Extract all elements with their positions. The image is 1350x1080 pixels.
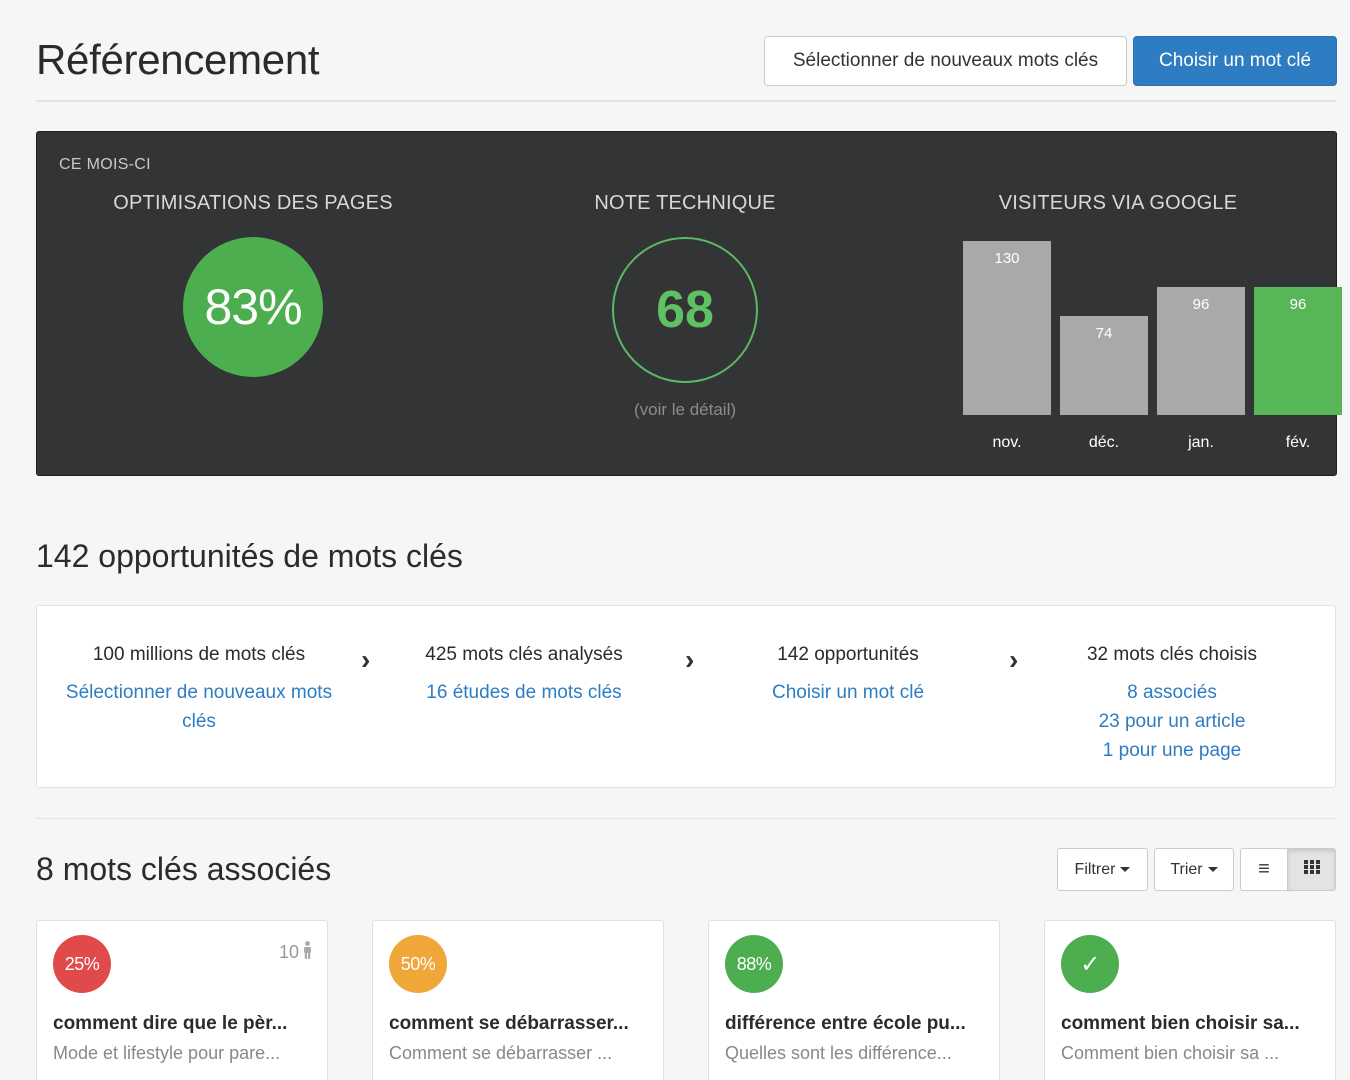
keyword-funnel: 100 millions de mots clés Sélectionner d… (36, 605, 1336, 788)
person-icon (302, 941, 313, 964)
see-detail-link[interactable]: (voir le détail) (585, 400, 785, 420)
x-tick-label: nov. (992, 434, 1022, 451)
chevron-right-icon: › (685, 644, 695, 675)
associated-keywords-title: 8 mots clés associés (36, 851, 332, 887)
keyword-subtitle: Quelles sont les différence... (725, 1043, 952, 1063)
grid-view-button[interactable] (1287, 848, 1336, 891)
grid-icon (1303, 860, 1320, 879)
chart-bar (963, 241, 1051, 415)
keyword-card[interactable]: ✓ comment bien choisir sa... Comment bie… (1044, 920, 1336, 1080)
technical-title: NOTE TECHNIQUE (594, 192, 776, 214)
chevron-right-icon: › (1009, 644, 1019, 675)
for-article-link[interactable]: 23 pour un article (1032, 707, 1312, 736)
choose-keyword-link[interactable]: Choisir un mot clé (708, 678, 988, 707)
score-badge: 88% (725, 935, 783, 993)
visitors-bar-chart: 130 nov. 74 déc. 96 jan. 96 fév. (927, 232, 1342, 452)
bar-value-label: 74 (1095, 325, 1113, 342)
monthly-stats-panel: CE MOIS-CI OPTIMISATIONS DES PAGES 83% N… (36, 131, 1342, 476)
visitors-title: VISITEURS VIA GOOGLE (998, 192, 1238, 214)
choose-keyword-button[interactable]: Choisir un mot clé (1133, 36, 1337, 86)
funnel-step-opportunities: 142 opportunités Choisir un mot clé (708, 644, 988, 707)
keyword-subtitle: Comment se débarrasser ... (389, 1043, 613, 1063)
caret-down-icon (1120, 867, 1131, 872)
x-tick-label: jan. (1188, 434, 1214, 451)
technical-score-ring[interactable]: 68 (612, 237, 758, 383)
score-badge: 50% (389, 935, 447, 993)
keyword-title: comment se débarrasser... (389, 1013, 629, 1034)
optimisations-score-circle: 83% (183, 237, 323, 377)
keyword-card[interactable]: 88% différence entre école pu... Quelles… (708, 920, 1000, 1080)
sort-label: Trier (1170, 860, 1203, 878)
keyword-title: comment bien choisir sa... (1061, 1013, 1300, 1034)
people-count: 10 (279, 941, 313, 964)
bar-value-label: 130 (994, 250, 1020, 267)
step-heading: 100 millions de mots clés (92, 644, 306, 665)
list-icon: ≡ (1258, 858, 1270, 880)
page-title: Référencement (36, 36, 320, 83)
for-page-link[interactable]: 1 pour une page (1032, 736, 1312, 765)
funnel-step-chosen: 32 mots clés choisis 8 associés 23 pour … (1032, 644, 1312, 765)
page-header: Référencement Sélectionner de nouveaux m… (36, 28, 1337, 102)
step-heading: 32 mots clés choisis (1086, 644, 1257, 665)
keyword-studies-link[interactable]: 16 études de mots clés (384, 678, 664, 707)
x-tick-label: déc. (1088, 434, 1120, 451)
section-divider (36, 818, 1336, 819)
score-badge: 25% (53, 935, 111, 993)
optimisations-title: OPTIMISATIONS DES PAGES (113, 192, 393, 214)
opportunities-title: 142 opportunités de mots clés (36, 538, 463, 574)
technical-value: 68 (656, 281, 714, 339)
sort-dropdown[interactable]: Trier (1154, 848, 1234, 891)
optimisations-value: 83% (204, 279, 302, 335)
bar-value-label: 96 (1289, 296, 1307, 313)
filter-dropdown[interactable]: Filtrer (1057, 848, 1148, 891)
funnel-step-analysed: 425 mots clés analysés 16 études de mots… (384, 644, 664, 707)
associated-link[interactable]: 8 associés (1032, 678, 1312, 707)
keyword-subtitle: Mode et lifestyle pour pare... (53, 1043, 281, 1063)
filter-label: Filtrer (1074, 860, 1116, 878)
keyword-subtitle: Comment bien choisir sa ... (1061, 1043, 1280, 1063)
keyword-card[interactable]: 50% comment se débarrasser... Comment se… (372, 920, 664, 1080)
caret-down-icon (1207, 867, 1218, 872)
step-heading: 425 mots clés analysés (425, 644, 623, 665)
keyword-card[interactable]: 25% 10 comment dire que le pèr... Mode e… (36, 920, 328, 1080)
keyword-title: comment dire que le pèr... (53, 1013, 288, 1034)
x-tick-label: fév. (1285, 434, 1311, 451)
funnel-step-all-keywords: 100 millions de mots clés Sélectionner d… (59, 644, 339, 736)
period-label: CE MOIS-CI (59, 156, 151, 173)
checkmark-icon: ✓ (1061, 935, 1119, 993)
chevron-right-icon: › (361, 644, 371, 675)
people-count-value: 10 (278, 942, 299, 962)
bar-value-label: 96 (1192, 296, 1210, 313)
keyword-title: différence entre école pu... (725, 1013, 966, 1034)
select-keywords-button[interactable]: Sélectionner de nouveaux mots clés (764, 36, 1127, 86)
list-view-button[interactable]: ≡ (1240, 848, 1288, 891)
step-heading: 142 opportunités (777, 644, 919, 665)
select-new-keywords-link[interactable]: Sélectionner de nouveaux mots clés (59, 678, 339, 736)
